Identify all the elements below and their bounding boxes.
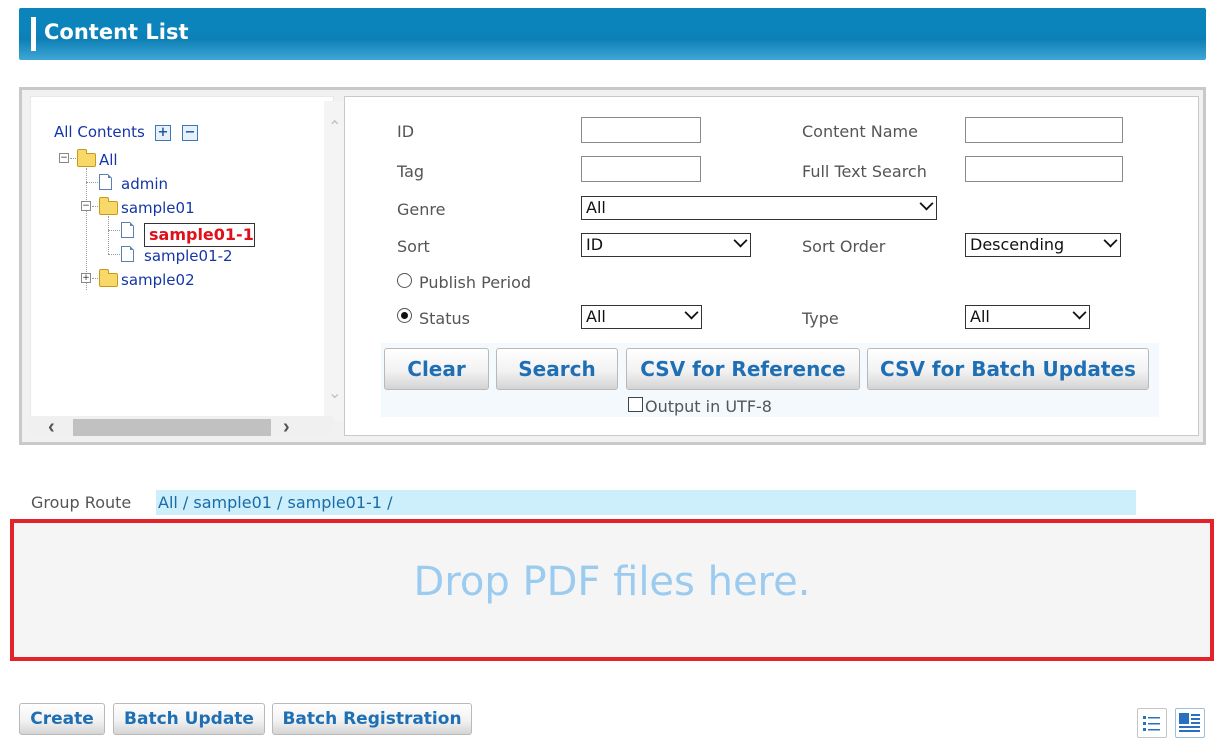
genre-select[interactable]: All [581, 196, 937, 220]
genre-select-value: All [586, 198, 606, 217]
expand-all-icon[interactable]: + [155, 125, 171, 141]
detail-view-icon[interactable] [1175, 708, 1205, 738]
list-view-glyph [1143, 716, 1160, 731]
tree-node-sample01-2[interactable]: sample01-2 [144, 247, 233, 265]
page-title: Content List [44, 20, 189, 44]
id-input[interactable] [581, 117, 701, 143]
collapse-toggle-icon[interactable]: − [81, 201, 91, 211]
search-form: ID Content Name Tag Full Text Search Gen… [344, 96, 1199, 436]
chevron-down-icon [733, 233, 748, 248]
document-icon [121, 222, 134, 238]
chevron-down-icon [1103, 233, 1118, 248]
sort-select-value: ID [586, 235, 604, 254]
batch-update-button[interactable]: Batch Update [113, 703, 265, 735]
document-icon [99, 174, 112, 190]
tree-horizontal-scrollbar[interactable]: ‹ › [30, 416, 334, 438]
pdf-drop-zone[interactable]: Drop PDF files here. [10, 519, 1214, 661]
chevron-down-icon [1072, 305, 1087, 320]
type-select-value: All [970, 307, 990, 326]
status-select-value: All [586, 307, 606, 326]
csv-reference-button[interactable]: CSV for Reference [626, 348, 860, 390]
scroll-down-icon[interactable]: ⌄ [328, 383, 341, 402]
scrollbar-thumb[interactable] [73, 419, 271, 436]
content-name-label: Content Name [802, 122, 918, 141]
scroll-right-icon[interactable]: › [283, 416, 290, 439]
create-button[interactable]: Create [19, 703, 105, 735]
tag-input[interactable] [581, 156, 701, 182]
document-icon [121, 246, 134, 262]
tree-node-admin[interactable]: admin [121, 175, 168, 193]
tree-node-sample01-1[interactable]: sample01-1 [144, 223, 255, 247]
utf8-checkbox[interactable] [628, 397, 643, 412]
scroll-up-icon[interactable]: ⌃ [328, 117, 341, 136]
list-view-icon[interactable] [1137, 708, 1167, 738]
folder-icon [99, 269, 118, 287]
full-text-input[interactable] [965, 156, 1123, 182]
status-label: Status [419, 309, 470, 328]
group-route-label: Group Route [31, 493, 132, 512]
drop-zone-text: Drop PDF files here. [413, 559, 811, 605]
tag-label: Tag [397, 162, 425, 181]
tree-node-sample02[interactable]: sample02 [121, 271, 195, 289]
csv-batch-updates-button[interactable]: CSV for Batch Updates [867, 348, 1149, 390]
collapse-toggle-icon[interactable]: − [59, 153, 69, 163]
publish-period-label: Publish Period [419, 273, 532, 292]
chevron-down-icon [684, 305, 699, 320]
sort-order-label: Sort Order [802, 237, 886, 256]
sort-select[interactable]: ID [581, 233, 751, 257]
page-header: Content List [19, 8, 1206, 60]
genre-label: Genre [397, 200, 446, 219]
expand-toggle-icon[interactable]: + [81, 273, 91, 283]
chevron-down-icon [919, 196, 934, 211]
publish-period-radio[interactable] [397, 273, 412, 288]
utf8-label: Output in UTF-8 [645, 397, 772, 416]
status-select[interactable]: All [581, 305, 702, 329]
action-row: Clear Search CSV for Reference CSV for B… [381, 343, 1159, 417]
content-tree: All Contents + − − All admin − sample01 … [30, 96, 348, 434]
type-label: Type [802, 309, 839, 328]
tree-node-all[interactable]: All [99, 151, 118, 169]
type-select[interactable]: All [965, 305, 1090, 329]
batch-registration-button[interactable]: Batch Registration [272, 703, 472, 735]
tree-node-sample01[interactable]: sample01 [121, 199, 195, 217]
header-accent-bar [31, 17, 36, 51]
search-panel: All Contents + − − All admin − sample01 … [19, 87, 1206, 445]
full-text-label: Full Text Search [802, 162, 927, 181]
folder-icon [77, 149, 96, 167]
all-contents-link[interactable]: All Contents [54, 123, 145, 141]
collapse-all-icon[interactable]: − [182, 125, 198, 141]
sort-order-select[interactable]: Descending [965, 233, 1121, 257]
search-button[interactable]: Search [496, 348, 618, 390]
status-radio[interactable] [397, 308, 412, 323]
sort-label: Sort [397, 237, 430, 256]
scroll-left-icon[interactable]: ‹ [48, 416, 55, 439]
detail-view-glyph [1179, 713, 1200, 732]
group-route-value: All / sample01 / sample01-1 / [156, 490, 1136, 515]
clear-button[interactable]: Clear [384, 348, 489, 390]
content-name-input[interactable] [965, 117, 1123, 143]
folder-icon [99, 197, 118, 215]
sort-order-select-value: Descending [970, 235, 1065, 254]
id-label: ID [397, 122, 415, 141]
